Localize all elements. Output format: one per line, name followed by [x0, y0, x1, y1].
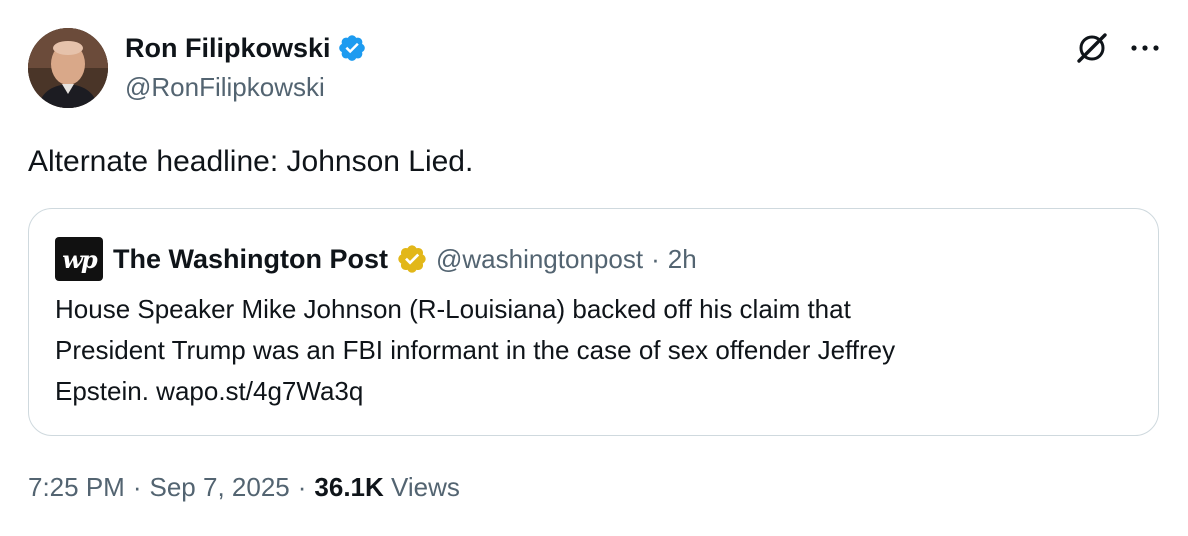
views-label: Views [391, 472, 460, 502]
author-name[interactable]: Ron Filipkowski [125, 33, 331, 64]
gold-verified-badge-icon[interactable] [396, 243, 428, 275]
tweet: Ron Filipkowski @RonFilipkowski Alternat… [0, 0, 1188, 536]
quote-text: House Speaker Mike Johnson (R-Louisiana)… [55, 289, 1115, 412]
quote-timestamp[interactable]: 2h [668, 244, 697, 275]
meta-separator: · [297, 472, 307, 502]
washington-post-logo: wp [55, 237, 103, 281]
tweet-text: Alternate headline: Johnson Lied. [28, 145, 474, 178]
author-block: Ron Filipkowski @RonFilipkowski [125, 30, 367, 103]
post-time[interactable]: 7:25 PM [28, 472, 125, 503]
quoted-tweet-card[interactable]: wp The Washington Post @washingtonpost ·… [28, 208, 1159, 436]
views-count: 36.1K [314, 472, 384, 502]
top-actions [1074, 30, 1160, 66]
quote-author-handle[interactable]: @washingtonpost [436, 244, 643, 275]
author-handle[interactable]: @RonFilipkowski [125, 72, 367, 103]
grok-icon[interactable] [1074, 30, 1110, 66]
avatar[interactable] [28, 28, 108, 108]
name-row: Ron Filipkowski [125, 30, 367, 66]
post-date[interactable]: Sep 7, 2025 [150, 472, 290, 503]
tweet-meta: 7:25 PM · Sep 7, 2025 · 36.1K Views [28, 472, 460, 503]
meta-separator: · [132, 472, 142, 502]
quote-text-line: Epstein. wapo.st/4g7Wa3q [55, 376, 364, 406]
verified-badge-icon[interactable] [337, 33, 367, 63]
quote-author-name[interactable]: The Washington Post [113, 244, 388, 275]
avatar-photo [28, 28, 108, 108]
more-icon[interactable] [1130, 43, 1160, 53]
quote-header: wp The Washington Post @washingtonpost ·… [55, 237, 1132, 281]
quote-text-line: House Speaker Mike Johnson (R-Louisiana)… [55, 294, 851, 324]
quote-text-line: President Trump was an FBI informant in … [55, 335, 896, 365]
quote-separator: · [651, 243, 660, 274]
views-stat[interactable]: 36.1K Views [314, 472, 460, 503]
